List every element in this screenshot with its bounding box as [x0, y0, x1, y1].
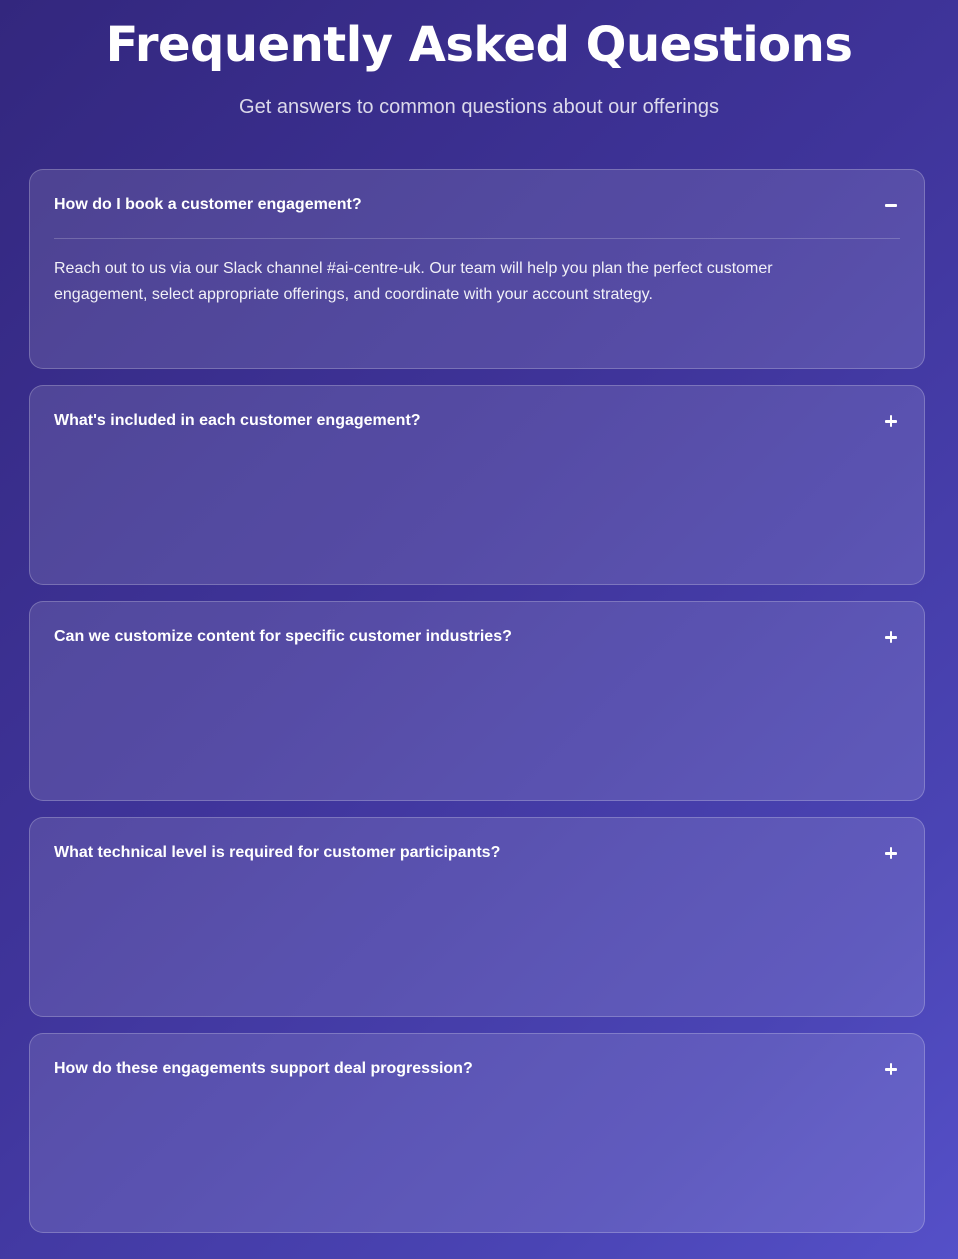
minus-icon[interactable]	[884, 198, 898, 212]
faq-question-toggle[interactable]: What technical level is required for cus…	[54, 840, 900, 866]
faq-item: What technical level is required for cus…	[29, 817, 925, 1017]
page-subtitle: Get answers to common questions about ou…	[239, 96, 719, 118]
faq-question-text: Can we customize content for specific cu…	[54, 628, 512, 645]
plus-icon[interactable]	[884, 846, 898, 860]
plus-icon[interactable]	[884, 630, 898, 644]
faq-item: How do I book a customer engagement? Rea…	[29, 169, 925, 369]
plus-icon[interactable]	[884, 1062, 898, 1076]
faq-question-toggle[interactable]: Can we customize content for specific cu…	[54, 624, 900, 650]
page-title: Frequently Asked Questions	[105, 17, 853, 73]
faq-question-toggle[interactable]: What's included in each customer engagem…	[54, 408, 900, 434]
faq-item: Can we customize content for specific cu…	[29, 601, 925, 801]
faq-list: How do I book a customer engagement? Rea…	[29, 169, 925, 1249]
plus-icon-bar-vertical	[889, 1063, 893, 1075]
plus-icon-bar-vertical	[889, 631, 893, 643]
faq-divider	[54, 238, 900, 239]
faq-question-text: What technical level is required for cus…	[54, 844, 501, 861]
faq-question-text: What's included in each customer engagem…	[54, 412, 421, 429]
faq-answer: Reach out to us via our Slack channel #a…	[54, 260, 773, 303]
faq-question-text: How do these engagements support deal pr…	[54, 1060, 473, 1077]
faq-question-toggle[interactable]: How do I book a customer engagement?	[54, 192, 900, 218]
faq-question-text: How do I book a customer engagement?	[54, 196, 362, 213]
faq-item: How do these engagements support deal pr…	[29, 1033, 925, 1233]
faq-question-toggle[interactable]: How do these engagements support deal pr…	[54, 1056, 900, 1082]
plus-icon-bar-vertical	[889, 847, 893, 859]
plus-icon-bar-vertical	[889, 415, 893, 427]
faq-item: What's included in each customer engagem…	[29, 385, 925, 585]
minus-icon-bar	[885, 204, 897, 207]
plus-icon[interactable]	[884, 414, 898, 428]
